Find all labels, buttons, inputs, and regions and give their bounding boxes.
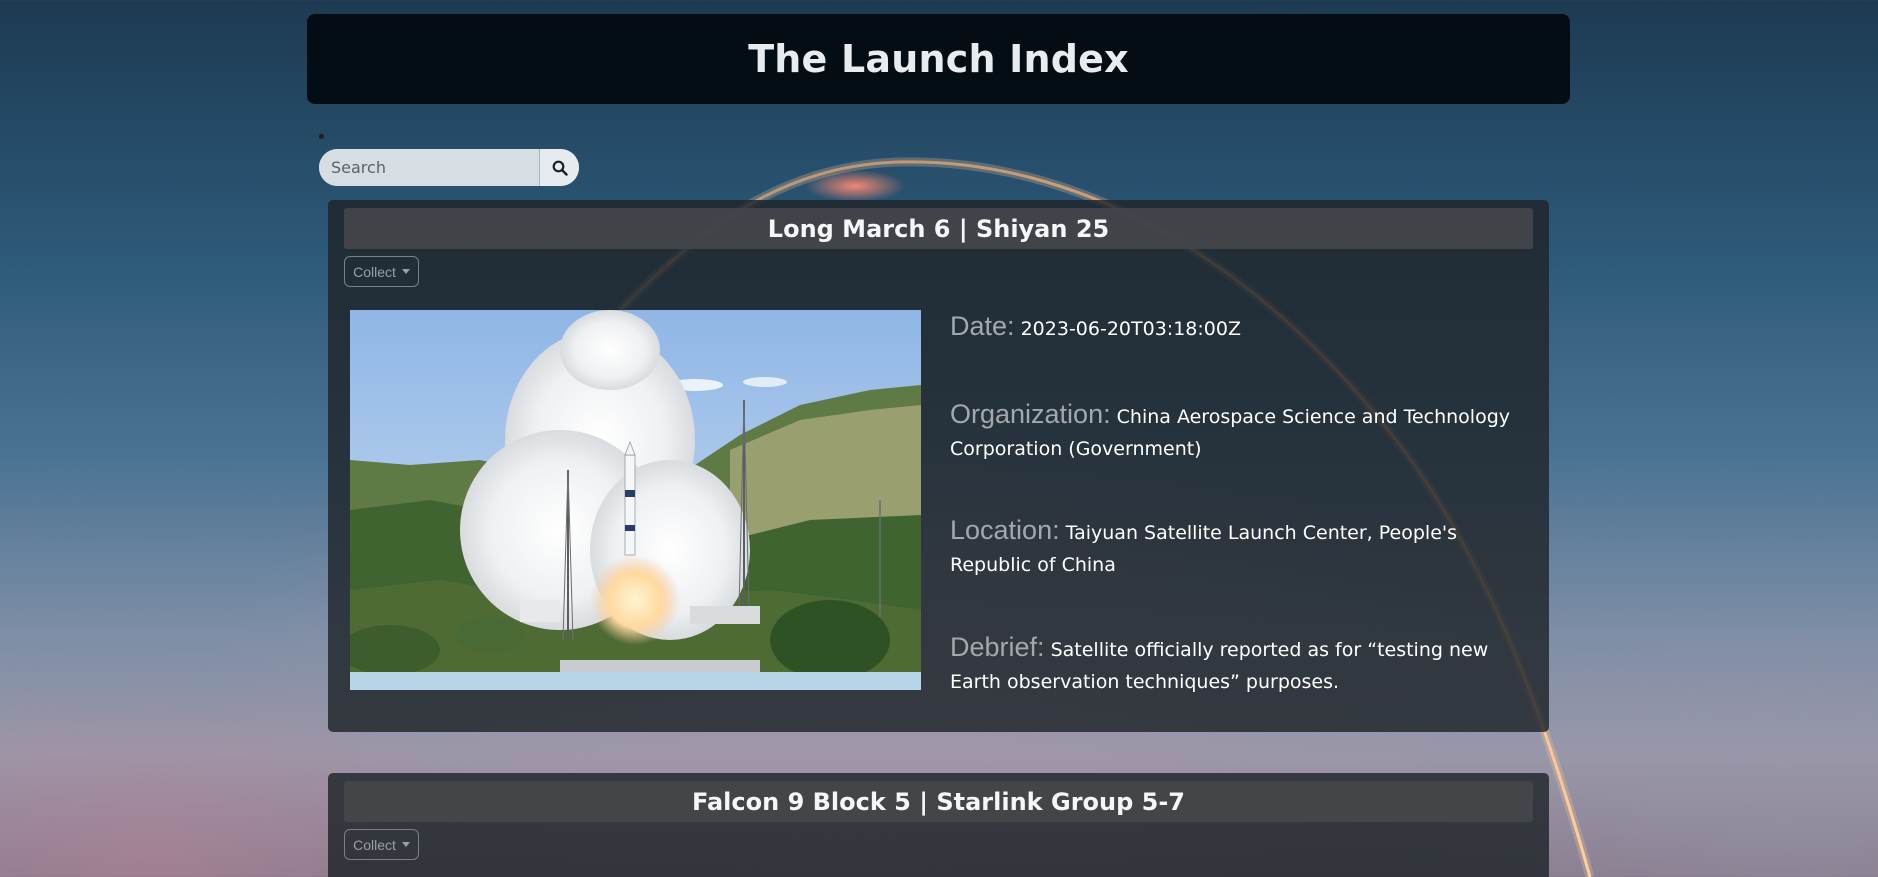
- collect-dropdown-button[interactable]: Collect: [344, 256, 419, 287]
- organization-field: Organization: China Aerospace Science an…: [950, 398, 1530, 465]
- rocket-launch-photo: [350, 310, 921, 690]
- collect-label: Collect: [353, 263, 396, 280]
- chevron-down-icon: [401, 269, 410, 274]
- search-bar: [319, 149, 579, 186]
- search-button[interactable]: [539, 149, 579, 186]
- date-label: Date:: [950, 311, 1015, 341]
- debrief-field: Debrief: Satellite officially reported a…: [950, 631, 1530, 698]
- launch-title: Long March 6 | Shiyan 25: [344, 208, 1533, 249]
- location-field: Location: Taiyuan Satellite Launch Cente…: [950, 514, 1530, 581]
- collect-dropdown-button[interactable]: Collect: [344, 829, 419, 860]
- bullet-dot: [319, 134, 324, 139]
- launch-title: Falcon 9 Block 5 | Starlink Group 5-7: [344, 781, 1533, 822]
- location-label: Location:: [950, 515, 1060, 545]
- launch-image: [350, 310, 921, 690]
- search-input[interactable]: [319, 149, 539, 186]
- site-header: The Launch Index: [307, 14, 1570, 104]
- site-title: The Launch Index: [748, 37, 1129, 81]
- organization-label: Organization:: [950, 399, 1111, 429]
- launch-card: Long March 6 | Shiyan 25 Collect Date: 2…: [328, 200, 1549, 732]
- collect-label: Collect: [353, 836, 396, 853]
- launch-card: Falcon 9 Block 5 | Starlink Group 5-7 Co…: [328, 773, 1549, 877]
- date-value: 2023-06-20T03:18:00Z: [1020, 318, 1241, 340]
- search-icon: [552, 160, 568, 176]
- debrief-label: Debrief:: [950, 632, 1045, 662]
- chevron-down-icon: [401, 842, 410, 847]
- date-field: Date: 2023-06-20T03:18:00Z: [950, 310, 1530, 345]
